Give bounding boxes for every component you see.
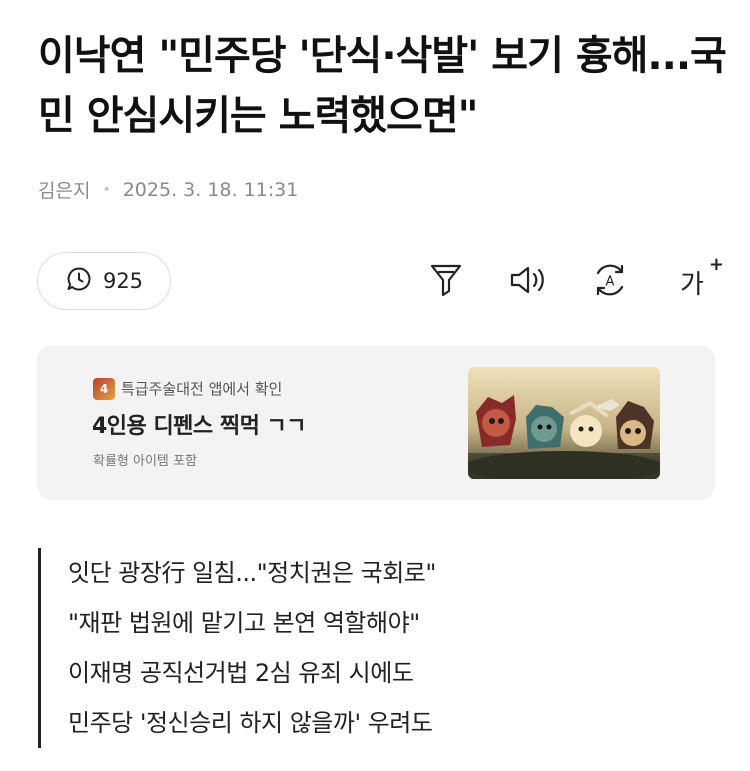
- publish-date: 2025. 3. 18. 11:31: [122, 178, 299, 201]
- article-toolbar: A 가 +: [426, 254, 724, 306]
- author-name[interactable]: 김은지: [38, 176, 90, 203]
- font-size-plus: +: [708, 254, 724, 275]
- translate-button[interactable]: A: [590, 262, 630, 302]
- font-size-label: 가: [680, 269, 704, 300]
- article-byline: 김은지 • 2025. 3. 18. 11:31: [38, 176, 298, 203]
- filter-icon: [429, 262, 463, 302]
- summary-line: 이재명 공직선거법 2심 유죄 시에도: [68, 659, 414, 687]
- summary-line: 잇단 광장行 일침..."정치권은 국회로": [68, 559, 436, 587]
- byline-separator: •: [102, 181, 111, 198]
- article-headline: 이낙연 "민주당 '단식·삭발' 보기 흉해...국민 안심시키는 노력했으면": [38, 33, 727, 139]
- ad-subtitle: 확률형 아이템 포함: [93, 454, 197, 469]
- translate-icon: A: [591, 261, 629, 303]
- comment-count: 925: [102, 269, 144, 293]
- comment-button[interactable]: 925: [37, 252, 171, 310]
- comment-icon: [65, 265, 93, 298]
- ad-image[interactable]: [468, 367, 660, 479]
- ad-title[interactable]: 4인용 디펜스 찍먹 ㄱㄱ: [92, 408, 306, 440]
- font-size-icon: 가 +: [680, 254, 724, 301]
- speaker-icon: [508, 263, 548, 301]
- ad-source: 특급주술대전 앱에서 확인: [121, 380, 283, 398]
- summary-filter-button[interactable]: [426, 262, 466, 302]
- summary-line: 민주당 '정신승리 하지 않을까' 우려도: [68, 709, 433, 737]
- font-size-button[interactable]: 가 +: [672, 254, 724, 302]
- ad-banner[interactable]: 4 특급주술대전 앱에서 확인 4인용 디펜스 찍먹 ㄱㄱ 확률형 아이템 포함: [37, 346, 715, 500]
- summary-line: "재판 법원에 맡기고 본연 역할해야": [68, 609, 420, 637]
- svg-text:A: A: [606, 275, 615, 290]
- article-summary: 잇단 광장行 일침..."정치권은 국회로" "재판 법원에 맡기고 본연 역할…: [38, 548, 678, 748]
- listen-button[interactable]: [508, 262, 548, 302]
- app-icon: 4: [93, 378, 115, 400]
